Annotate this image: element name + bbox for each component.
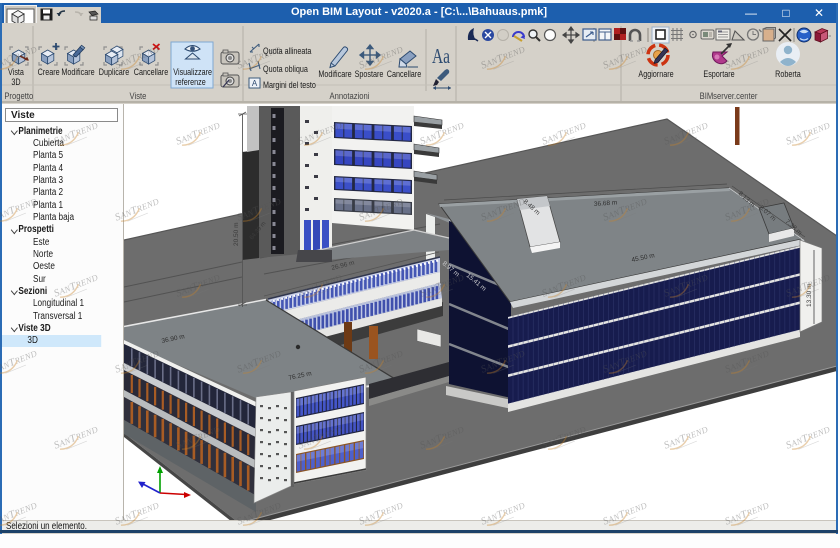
svg-text:Aa: Aa [432,44,450,68]
svg-text:20.50 m: 20.50 m [233,223,240,247]
svg-text:13.30 m: 13.30 m [806,284,813,308]
svg-text:A: A [252,79,258,88]
